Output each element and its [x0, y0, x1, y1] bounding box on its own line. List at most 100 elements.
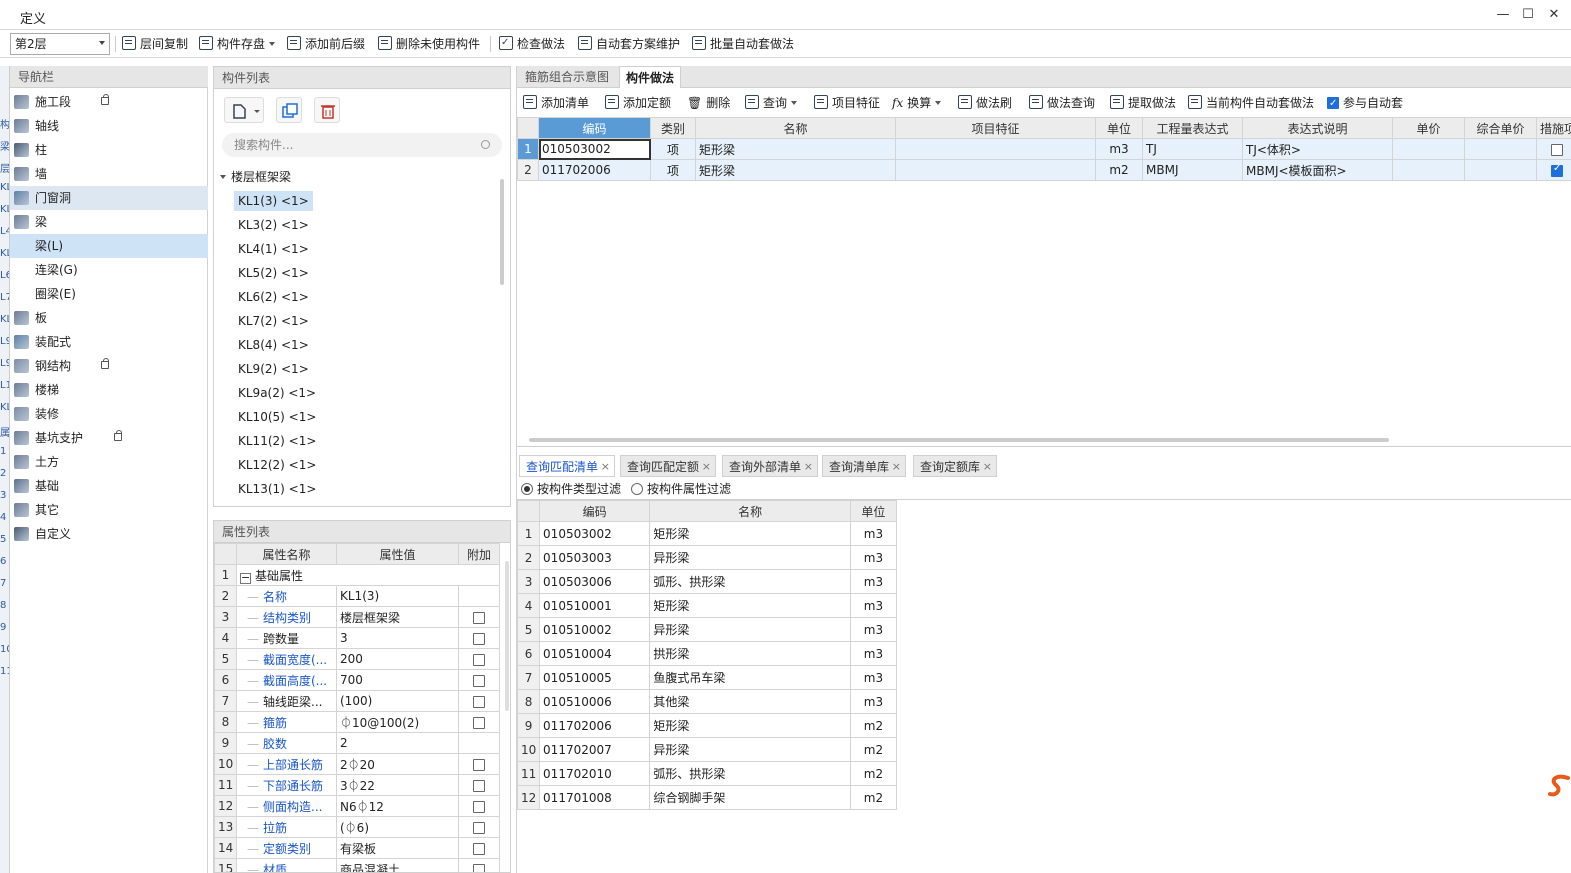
table-row[interactable]: 7 — 轴线距梁... (100)	[214, 690, 500, 712]
attach-checkbox[interactable]	[473, 611, 485, 624]
table-row[interactable]: 10 011702007 异形梁 m2	[516, 737, 898, 762]
query-tab[interactable]: 查询定额库 ×	[913, 455, 998, 478]
query-tab[interactable]: 查询外部清单 ×	[722, 455, 819, 478]
property-value[interactable]: 2⏀20	[336, 753, 459, 775]
delete-unused-button[interactable]: 删除未使用构件	[378, 35, 480, 53]
check-method-button[interactable]: 检查做法	[499, 34, 565, 53]
property-value[interactable]: 700	[336, 669, 459, 691]
nav-item[interactable]: 圈梁(E)	[10, 282, 208, 306]
close-icon[interactable]: ×	[702, 456, 711, 478]
method-toolbar-button[interactable]: 查询	[745, 94, 798, 112]
query-tab[interactable]: 查询匹配定额 ×	[620, 455, 717, 478]
method-cell-code[interactable]: 011702006	[538, 159, 651, 181]
table-row[interactable]: 6 — 截面高度(... 700	[214, 669, 500, 691]
method-cell-price[interactable]	[1392, 138, 1465, 160]
property-value[interactable]: KL1(3)	[336, 585, 459, 607]
nav-item[interactable]: 装修	[10, 402, 208, 426]
method-toolbar-button[interactable]: 提取做法	[1110, 94, 1176, 112]
component-item[interactable]: KL1(3) <1>	[234, 191, 313, 211]
method-toolbar-button[interactable]: 添加清单	[523, 94, 589, 112]
nav-item[interactable]: 梁(L)	[10, 234, 208, 258]
measure-checkbox[interactable]	[1551, 143, 1563, 156]
close-icon[interactable]: ×	[804, 456, 813, 478]
nav-item[interactable]: 基础	[10, 474, 208, 498]
component-item[interactable]: KL6(2) <1>	[234, 287, 313, 307]
table-row[interactable]: 13 — 拉筋 (⏀6)	[214, 816, 500, 838]
method-cell-code[interactable]: 010503002	[538, 138, 651, 160]
method-cell-expr[interactable]: TJ	[1142, 138, 1243, 160]
nav-item[interactable]: 钢结构	[10, 354, 208, 378]
floor-copy-button[interactable]: 层间复制	[122, 35, 188, 53]
close-icon[interactable]: ×	[983, 456, 992, 478]
component-item[interactable]: KL4(1) <1>	[234, 239, 313, 259]
method-cell-feature[interactable]	[895, 138, 1096, 160]
table-row[interactable]: 2 — 名称 KL1(3)	[214, 585, 500, 607]
property-group[interactable]: − 基础属性	[236, 564, 500, 586]
add-prefix-suffix-button[interactable]: 添加前后缀	[287, 35, 365, 53]
attach-checkbox[interactable]	[473, 779, 485, 792]
table-row[interactable]: 2 011702006 项矩形梁 m2 MBMJ MBMJ<模板面积>	[517, 159, 1571, 181]
method-toolbar-button[interactable]: 🗑 删除	[687, 94, 730, 112]
tab-stirrup-diagram[interactable]: 箍筋组合示意图	[519, 66, 615, 88]
collapse-icon[interactable]: −	[240, 572, 251, 584]
table-row[interactable]: 4 010510001 矩形梁 m3	[516, 593, 898, 618]
component-item[interactable]: KL9(2) <1>	[234, 359, 313, 379]
component-item[interactable]: KL9a(2) <1>	[234, 383, 320, 403]
method-cell-total[interactable]	[1464, 138, 1537, 160]
table-row[interactable]: 8 — 箍筋 ⏀10@100(2)	[214, 711, 500, 733]
component-item[interactable]: KL7(2) <1>	[234, 311, 313, 331]
copy-component-button[interactable]	[276, 97, 302, 123]
nav-item[interactable]: 板	[10, 306, 208, 330]
property-value[interactable]: 有梁板	[336, 837, 459, 859]
table-row[interactable]: 2 010503003 异形梁 m3	[516, 545, 898, 570]
method-cell-name[interactable]: 矩形梁	[695, 159, 896, 181]
method-cell-name[interactable]: 矩形梁	[695, 138, 896, 160]
method-cell-cat[interactable]: 项	[650, 159, 696, 181]
component-item[interactable]: KL11(2) <1>	[234, 431, 320, 451]
table-row[interactable]: 4 — 跨数量 3	[214, 627, 500, 649]
table-row[interactable]: 15 — 材质 商品混凝土	[214, 858, 500, 872]
property-value[interactable]: 3	[336, 627, 459, 649]
nav-item[interactable]: 基坑支护	[10, 426, 208, 450]
query-tab[interactable]: 查询清单库 ×	[822, 455, 907, 477]
property-value[interactable]: (⏀6)	[336, 816, 459, 838]
method-cell-unit[interactable]: m2	[1095, 159, 1143, 181]
nav-item[interactable]: 门窗洞	[10, 186, 208, 210]
table-row[interactable]: 3 — 结构类别 楼层框架梁	[214, 606, 500, 628]
tree-group-frame-beam[interactable]: 楼层框架梁	[220, 167, 291, 187]
filter-attribute-radio[interactable]: 按构件属性过滤	[631, 480, 731, 498]
table-row[interactable]: 1 010503002 项矩形梁 m3 TJ TJ<体积>	[517, 138, 1571, 160]
method-cell-cat[interactable]: 项	[650, 138, 696, 160]
method-cell-desc[interactable]: TJ<体积>	[1242, 138, 1393, 160]
method-toolbar-button[interactable]: 添加定额	[605, 94, 671, 112]
table-row[interactable]: 9 — 胶数 2	[214, 732, 500, 754]
attach-checkbox[interactable]	[473, 863, 485, 872]
method-table-hscrollbar[interactable]	[529, 438, 1389, 442]
method-toolbar-button[interactable]: 做法刷	[958, 94, 1012, 112]
method-toolbar-button[interactable]: fx 换算	[892, 94, 942, 112]
method-toolbar-button[interactable]: 做法查询	[1029, 94, 1095, 112]
method-toolbar-button[interactable]: 当前构件自动套做法	[1188, 94, 1314, 112]
table-row[interactable]: 5 010510002 异形梁 m3	[516, 617, 898, 642]
attach-checkbox[interactable]	[473, 716, 485, 729]
filter-type-radio[interactable]: 按构件类型过滤	[521, 480, 621, 498]
property-value[interactable]: 3⏀22	[336, 774, 459, 796]
close-button[interactable]: ✕	[1545, 6, 1563, 24]
table-row[interactable]: 11 — 下部通长筋 3⏀22	[214, 774, 500, 796]
table-row[interactable]: 5 — 截面宽度(... 200	[214, 648, 500, 670]
tab-component-method[interactable]: 构件做法	[619, 66, 682, 88]
input-method-icon[interactable]	[1548, 772, 1570, 800]
component-item[interactable]: KL8(4) <1>	[234, 335, 313, 355]
table-row[interactable]: 14 — 定额类别 有梁板	[214, 837, 500, 859]
table-row[interactable]: 11 011702010 弧形、拱形梁 m2	[516, 761, 898, 786]
method-cell-unit[interactable]: m3	[1095, 138, 1143, 160]
nav-item[interactable]: 轴线	[10, 114, 208, 138]
attach-checkbox[interactable]	[473, 695, 485, 708]
attach-checkbox[interactable]	[473, 632, 485, 645]
property-value[interactable]: (100)	[336, 690, 459, 712]
method-cell-total[interactable]	[1464, 159, 1537, 181]
nav-item[interactable]: 柱	[10, 138, 208, 162]
attach-checkbox[interactable]	[473, 842, 485, 855]
table-row[interactable]: 10 — 上部通长筋 2⏀20	[214, 753, 500, 775]
component-item[interactable]: KL10(5) <1>	[234, 407, 320, 427]
